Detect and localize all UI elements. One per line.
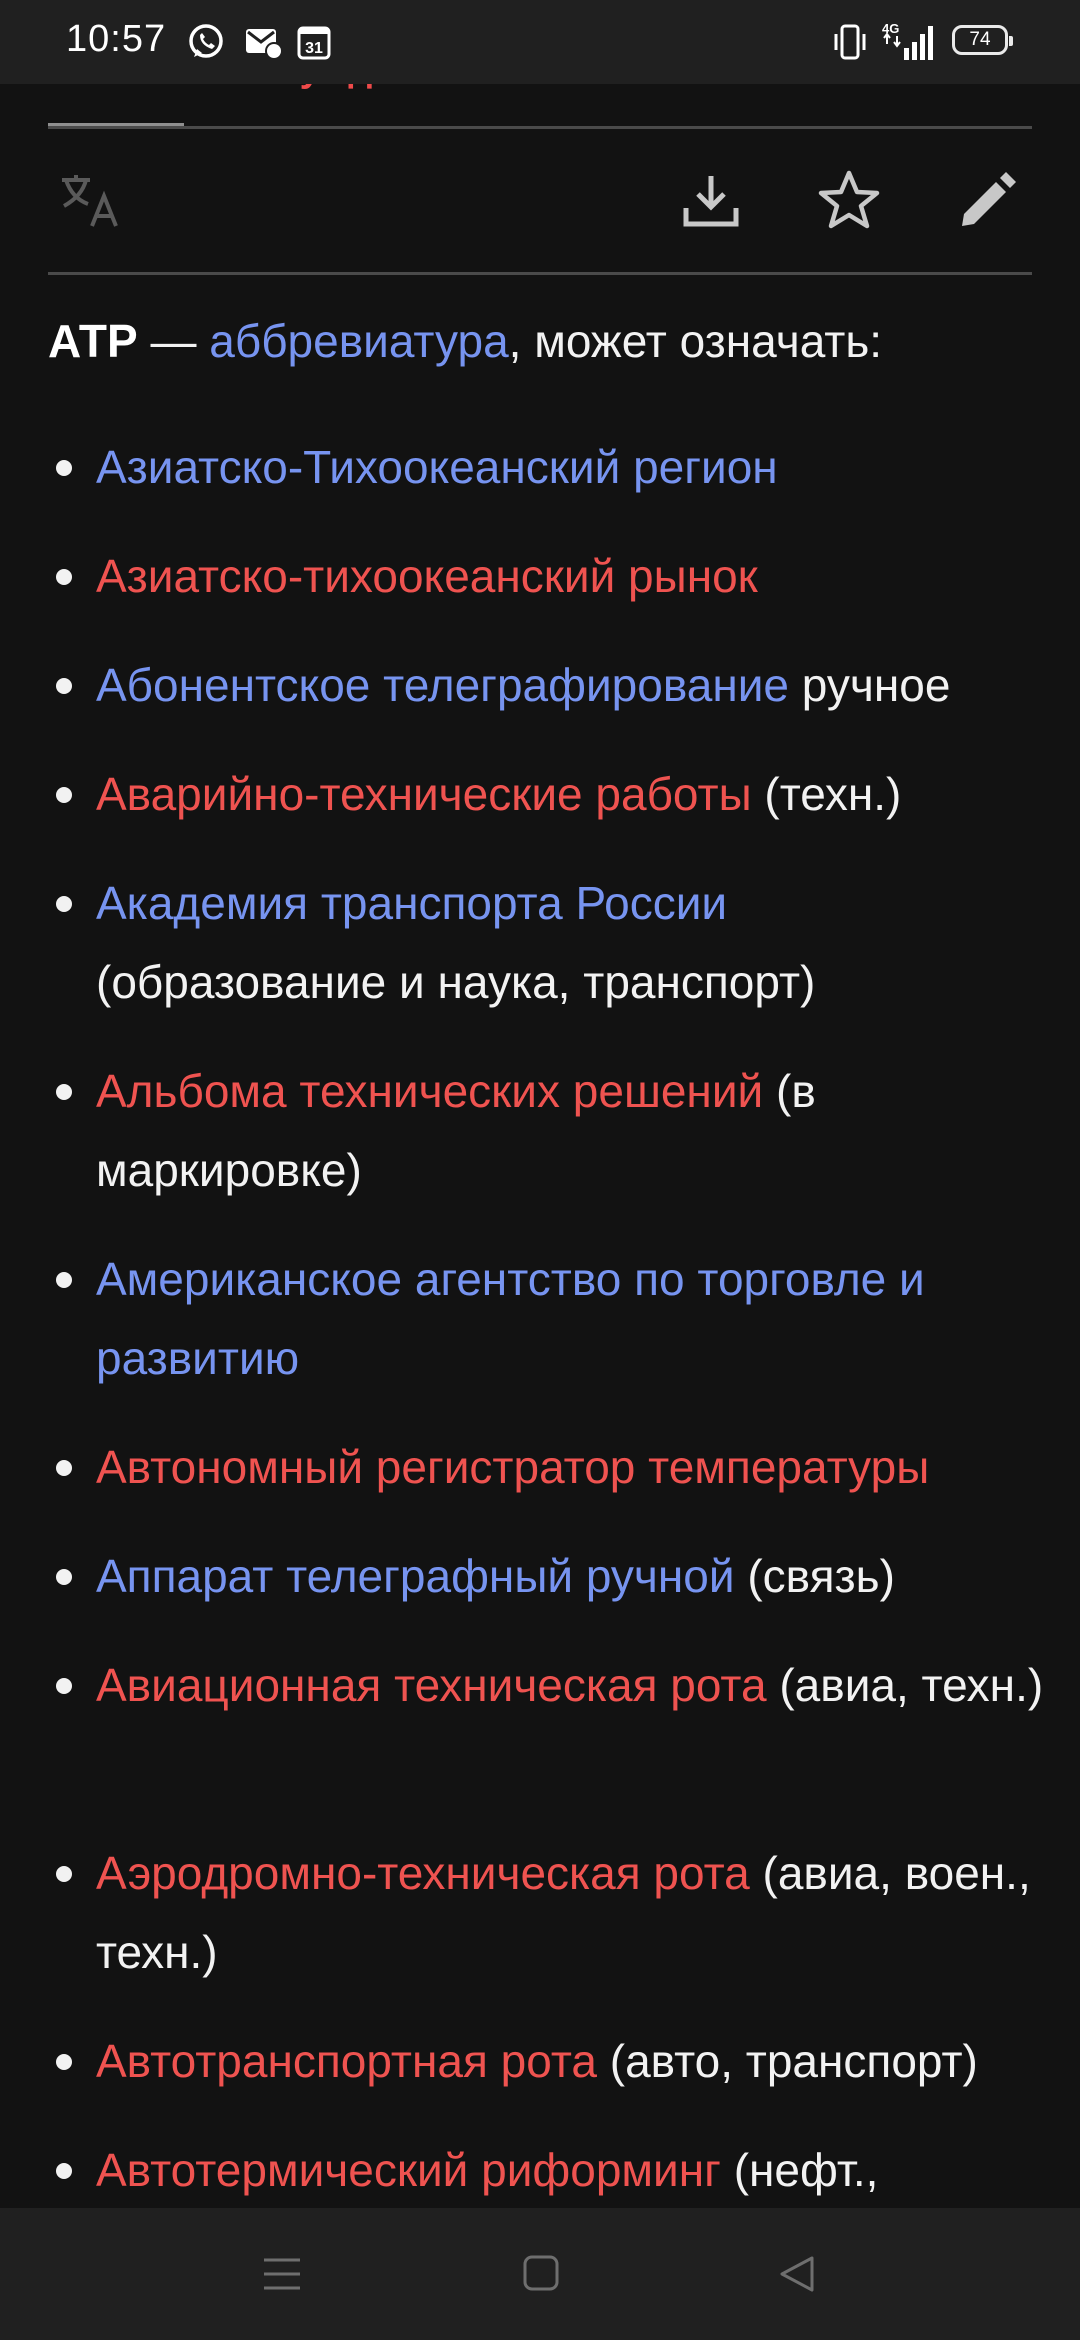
translate-icon[interactable] [58, 172, 126, 232]
edit-icon[interactable] [956, 170, 1018, 232]
item-note: (образование и наука, транспорт) [96, 956, 816, 1008]
list-bullet [56, 678, 72, 694]
list-bullet [56, 896, 72, 912]
list-item: Американское агентство по торговле и раз… [96, 1240, 1056, 1398]
list-bullet [56, 1084, 72, 1100]
item-link[interactable]: Авиационная техническая рота [96, 1659, 767, 1711]
item-note: (нефт., [720, 2144, 879, 2196]
status-time: 10:57 [66, 18, 167, 60]
list-item: Авиационная техническая рота (авиа, техн… [96, 1646, 1056, 1725]
list-item: Альбома технических решений (в маркировк… [96, 1052, 1056, 1210]
download-icon[interactable] [680, 170, 742, 232]
tabs-divider [48, 126, 1032, 129]
network-type: 4G [882, 21, 899, 36]
list-item: Автономный регистратор температуры [96, 1428, 1056, 1507]
list-bullet [56, 1272, 72, 1288]
home-icon[interactable] [522, 2254, 560, 2292]
list-item: Азиатско-тихоокеанский рынок [96, 537, 1056, 616]
status-bar: 10:57 31 4G 74 [0, 0, 1080, 84]
item-link[interactable]: Аппарат телеграфный ручной [96, 1550, 735, 1602]
back-icon[interactable] [778, 2254, 816, 2294]
list-item: Аэродромно-техническая рота (авиа, воен.… [96, 1834, 1056, 1992]
list-bullet [56, 1866, 72, 1882]
item-note: ручное [789, 659, 951, 711]
item-note: (авто, транспорт) [596, 2035, 978, 2087]
item-link[interactable]: Альбома технических решений [96, 1065, 763, 1117]
mail-icon [246, 29, 283, 60]
list-item: Аппарат телеграфный ручной (связь) [96, 1537, 1056, 1616]
item-link[interactable]: Автотранспортная рота [96, 2035, 597, 2087]
system-nav-bar [0, 2208, 1080, 2340]
list-item: Азиатско-Тихоокеанский регион [96, 428, 1056, 507]
item-link[interactable]: Автономный регистратор температуры [96, 1441, 929, 1493]
list-bullet [56, 2054, 72, 2070]
item-note: (связь) [734, 1550, 895, 1602]
list-item: Аварийно-технические работы (техн.) [96, 755, 1056, 834]
list-bullet [56, 460, 72, 476]
calendar-icon: 31 [297, 26, 331, 60]
item-note: (авиа, техн.) [766, 1659, 1044, 1711]
item-link[interactable]: Аварийно-технические работы [96, 768, 752, 820]
item-link[interactable]: Автотермический риформинг [96, 2144, 721, 2196]
list-bullet [56, 1569, 72, 1585]
whatsapp-icon [189, 24, 223, 58]
list-bullet [56, 2163, 72, 2179]
list-item: Автотранспортная рота (авто, транспорт) [96, 2022, 1080, 2101]
article-term: АТР [48, 315, 138, 367]
item-link[interactable]: Аэродромно-техническая рота [96, 1847, 750, 1899]
item-link[interactable]: Академия транспорта России [96, 877, 727, 929]
list-item: Академия транспорта России (образование … [96, 864, 1056, 1022]
menu-icon[interactable] [262, 2254, 302, 2294]
vibrate-icon [834, 24, 866, 60]
toolbar-divider [48, 272, 1032, 275]
list-bullet [56, 787, 72, 803]
battery-icon: 74 [952, 25, 1013, 55]
abbreviation-link[interactable]: аббревиатура [209, 315, 508, 367]
lead-rest: , может означать: [508, 315, 883, 367]
list-bullet [56, 1460, 72, 1476]
list-bullet [56, 569, 72, 585]
item-note: (техн.) [751, 768, 902, 820]
list-bullet [56, 1678, 72, 1694]
calendar-day: 31 [305, 40, 323, 57]
list-item: Автотермический риформинг (нефт., [96, 2131, 1056, 2210]
item-link[interactable]: Абонентское телеграфирование [96, 659, 789, 711]
star-icon[interactable] [816, 168, 882, 232]
lead-paragraph: АТР — аббревиатура, может означать: [48, 314, 882, 368]
list-item: Абонентское телеграфирование ручное [96, 646, 1056, 725]
4g-signal-icon: 4G [882, 21, 933, 60]
item-link[interactable]: Азиатско-тихоокеанский рынок [96, 550, 758, 602]
item-link[interactable]: Азиатско-Тихоокеанский регион [96, 441, 778, 493]
lead-dash: — [137, 315, 210, 367]
item-link[interactable]: Американское агентство по торговле и раз… [96, 1253, 925, 1384]
